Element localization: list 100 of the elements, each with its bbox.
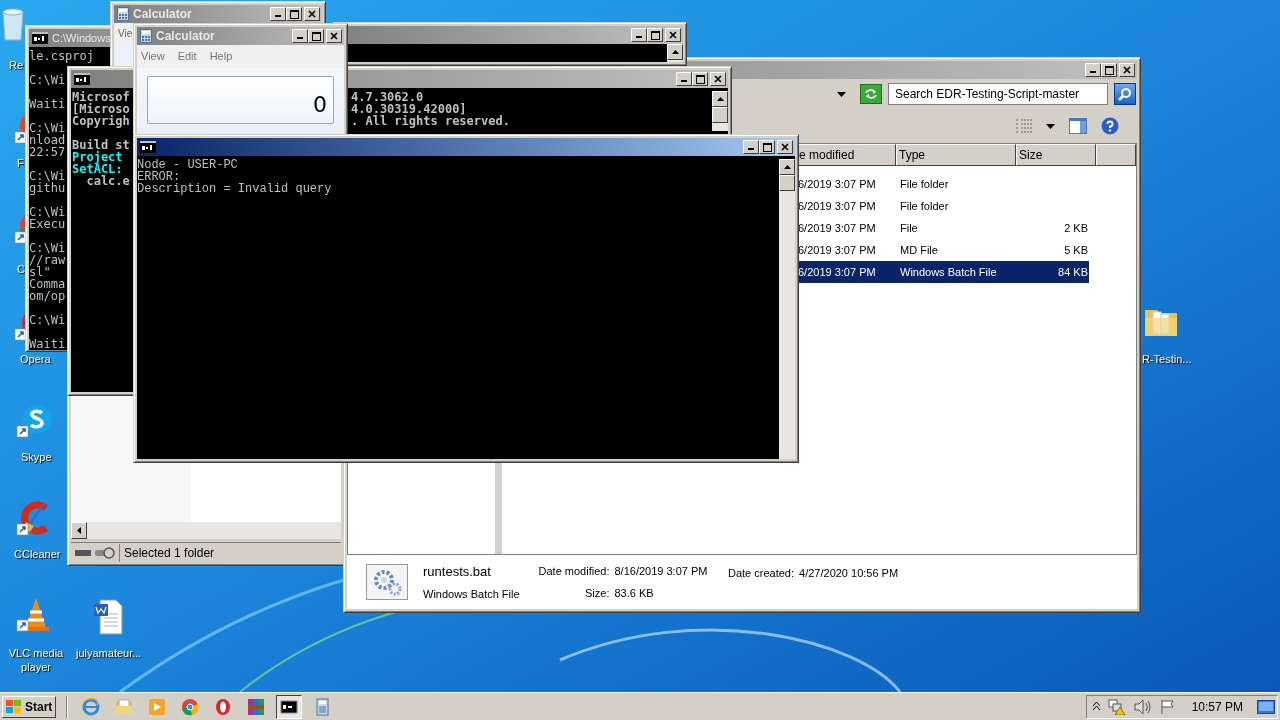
close-icon [330, 32, 338, 40]
refresh-button[interactable] [860, 84, 882, 104]
minimize-button[interactable] [1085, 63, 1101, 77]
console-line: SetACL: [72, 163, 123, 175]
console-line: 4.7.3062.0 [351, 91, 424, 103]
calculator-icon [140, 29, 152, 43]
show-desktop-icon[interactable] [1257, 699, 1275, 714]
console-line: [Microso [72, 103, 130, 115]
maximize-button[interactable] [647, 28, 663, 42]
file-row[interactable]: 6/2019 3:07 PM File folder [796, 195, 1089, 217]
scrollbar[interactable] [712, 91, 728, 131]
calculator-icon [117, 7, 129, 21]
console-icon [32, 32, 48, 44]
menu-item[interactable]: View [141, 48, 165, 65]
table-cell-text: File folder [899, 198, 950, 214]
minimize-button[interactable] [292, 29, 308, 43]
icon-label: R-Testin... [1142, 352, 1192, 366]
file-row[interactable]: 6/2019 3:07 PM MD File 5 KB [796, 239, 1089, 261]
window-title: C:\Windows [52, 30, 111, 46]
table-cell-text: MD File [899, 242, 939, 258]
close-button[interactable] [326, 29, 342, 43]
console-line: le.csproj [29, 50, 95, 62]
file-row[interactable]: 6/2019 3:07 PM Windows Batch File 84 KB [796, 261, 1089, 283]
close-button[interactable] [777, 140, 793, 154]
scrollbar[interactable] [779, 159, 795, 459]
console-line: calc.e [85, 175, 130, 187]
scroll-left-button[interactable] [71, 522, 87, 539]
console-line: 22:57 [29, 146, 66, 158]
column-header[interactable]: Size [1016, 144, 1096, 166]
minimize-button[interactable] [743, 140, 759, 154]
table-cell-text: Windows Batch File [899, 264, 998, 280]
maximize-button[interactable] [692, 72, 708, 86]
scroll-up-button[interactable] [712, 91, 728, 107]
table-cell-text: File folder [899, 176, 950, 192]
window-title: Calculator [156, 28, 215, 45]
table-cell-text: 6/2019 3:07 PM [797, 176, 877, 192]
console-icon [140, 141, 156, 153]
close-button[interactable] [710, 72, 726, 86]
horizontal-scrollbar[interactable] [71, 522, 341, 539]
menu-item[interactable]: Vie [118, 26, 133, 41]
scroll-thumb[interactable] [779, 175, 795, 191]
minimize-button[interactable] [270, 7, 286, 21]
column-header[interactable]: e modified [796, 144, 896, 166]
console-line: om/op [29, 290, 66, 302]
table-cell-text: 6/2019 3:07 PM [797, 220, 877, 236]
column-header[interactable] [1096, 144, 1136, 166]
maximize-icon [762, 142, 772, 152]
console-line: sl" [29, 266, 51, 278]
refresh-icon [864, 88, 878, 100]
search-button[interactable] [1114, 83, 1136, 105]
maximize-button[interactable] [308, 29, 324, 43]
minimize-button[interactable] [631, 28, 647, 42]
clock[interactable]: 10:57 PM [1191, 697, 1243, 716]
close-icon [781, 143, 789, 151]
console-line: Comma [29, 278, 66, 290]
close-icon [1123, 66, 1131, 74]
console-line: C:\Wi [29, 206, 66, 218]
icon-label: VLC media player [8, 646, 64, 674]
console-line: ERROR: [137, 171, 181, 183]
left-arrow-icon [77, 527, 81, 534]
dropdown-arrow-icon[interactable] [837, 91, 846, 97]
field-label: Date created: [728, 566, 795, 581]
caret-icon[interactable] [1046, 123, 1055, 129]
close-button[interactable] [304, 7, 320, 21]
status-text: Selected 1 folder [119, 543, 215, 562]
maximize-button[interactable] [286, 7, 302, 21]
maximize-button[interactable] [759, 140, 775, 154]
start-button[interactable]: Start [2, 695, 57, 718]
scroll-up-button[interactable] [779, 159, 795, 175]
close-icon [308, 10, 316, 18]
table-cell-text: 6/2019 3:07 PM [797, 242, 877, 258]
menu-item[interactable]: Help [209, 48, 233, 65]
console-icon [74, 73, 90, 85]
menu-item[interactable]: Edit [177, 48, 197, 65]
maximize-button[interactable] [1101, 63, 1117, 77]
table-cell-text: 84 KB [1057, 264, 1088, 280]
scroll-thumb[interactable] [712, 107, 728, 123]
taskbar-button[interactable] [276, 694, 303, 719]
help-icon[interactable] [1101, 117, 1119, 135]
network-warning-icon[interactable] [1107, 698, 1126, 715]
maximize-icon [1104, 65, 1114, 75]
console-line: Node - USER-PC [137, 159, 238, 171]
minimize-button[interactable] [676, 72, 692, 86]
file-row[interactable]: 6/2019 3:07 PM File 2 KB [796, 217, 1089, 239]
volume-icon[interactable] [1133, 698, 1152, 715]
up-arrow-icon [671, 50, 679, 54]
close-button[interactable] [665, 28, 681, 42]
flag-icon[interactable] [1159, 698, 1176, 715]
console-line: . All rights reserved. [351, 115, 510, 127]
browser-icon [180, 696, 201, 717]
preview-pane-icon[interactable] [1069, 118, 1087, 134]
window-title: Calculator [133, 6, 192, 23]
console-line: Project [72, 151, 123, 163]
file-row[interactable]: 6/2019 3:07 PM File folder [796, 173, 1089, 195]
column-header[interactable]: Type [896, 144, 1016, 166]
search-field[interactable]: Search EDR-Testing-Script-master [888, 83, 1108, 105]
field-label: Size: [584, 586, 610, 601]
show-hidden-icons-icon[interactable] [1092, 702, 1100, 711]
close-button[interactable] [1119, 63, 1135, 77]
console-line: 4.0.30319.42000] [351, 103, 467, 115]
